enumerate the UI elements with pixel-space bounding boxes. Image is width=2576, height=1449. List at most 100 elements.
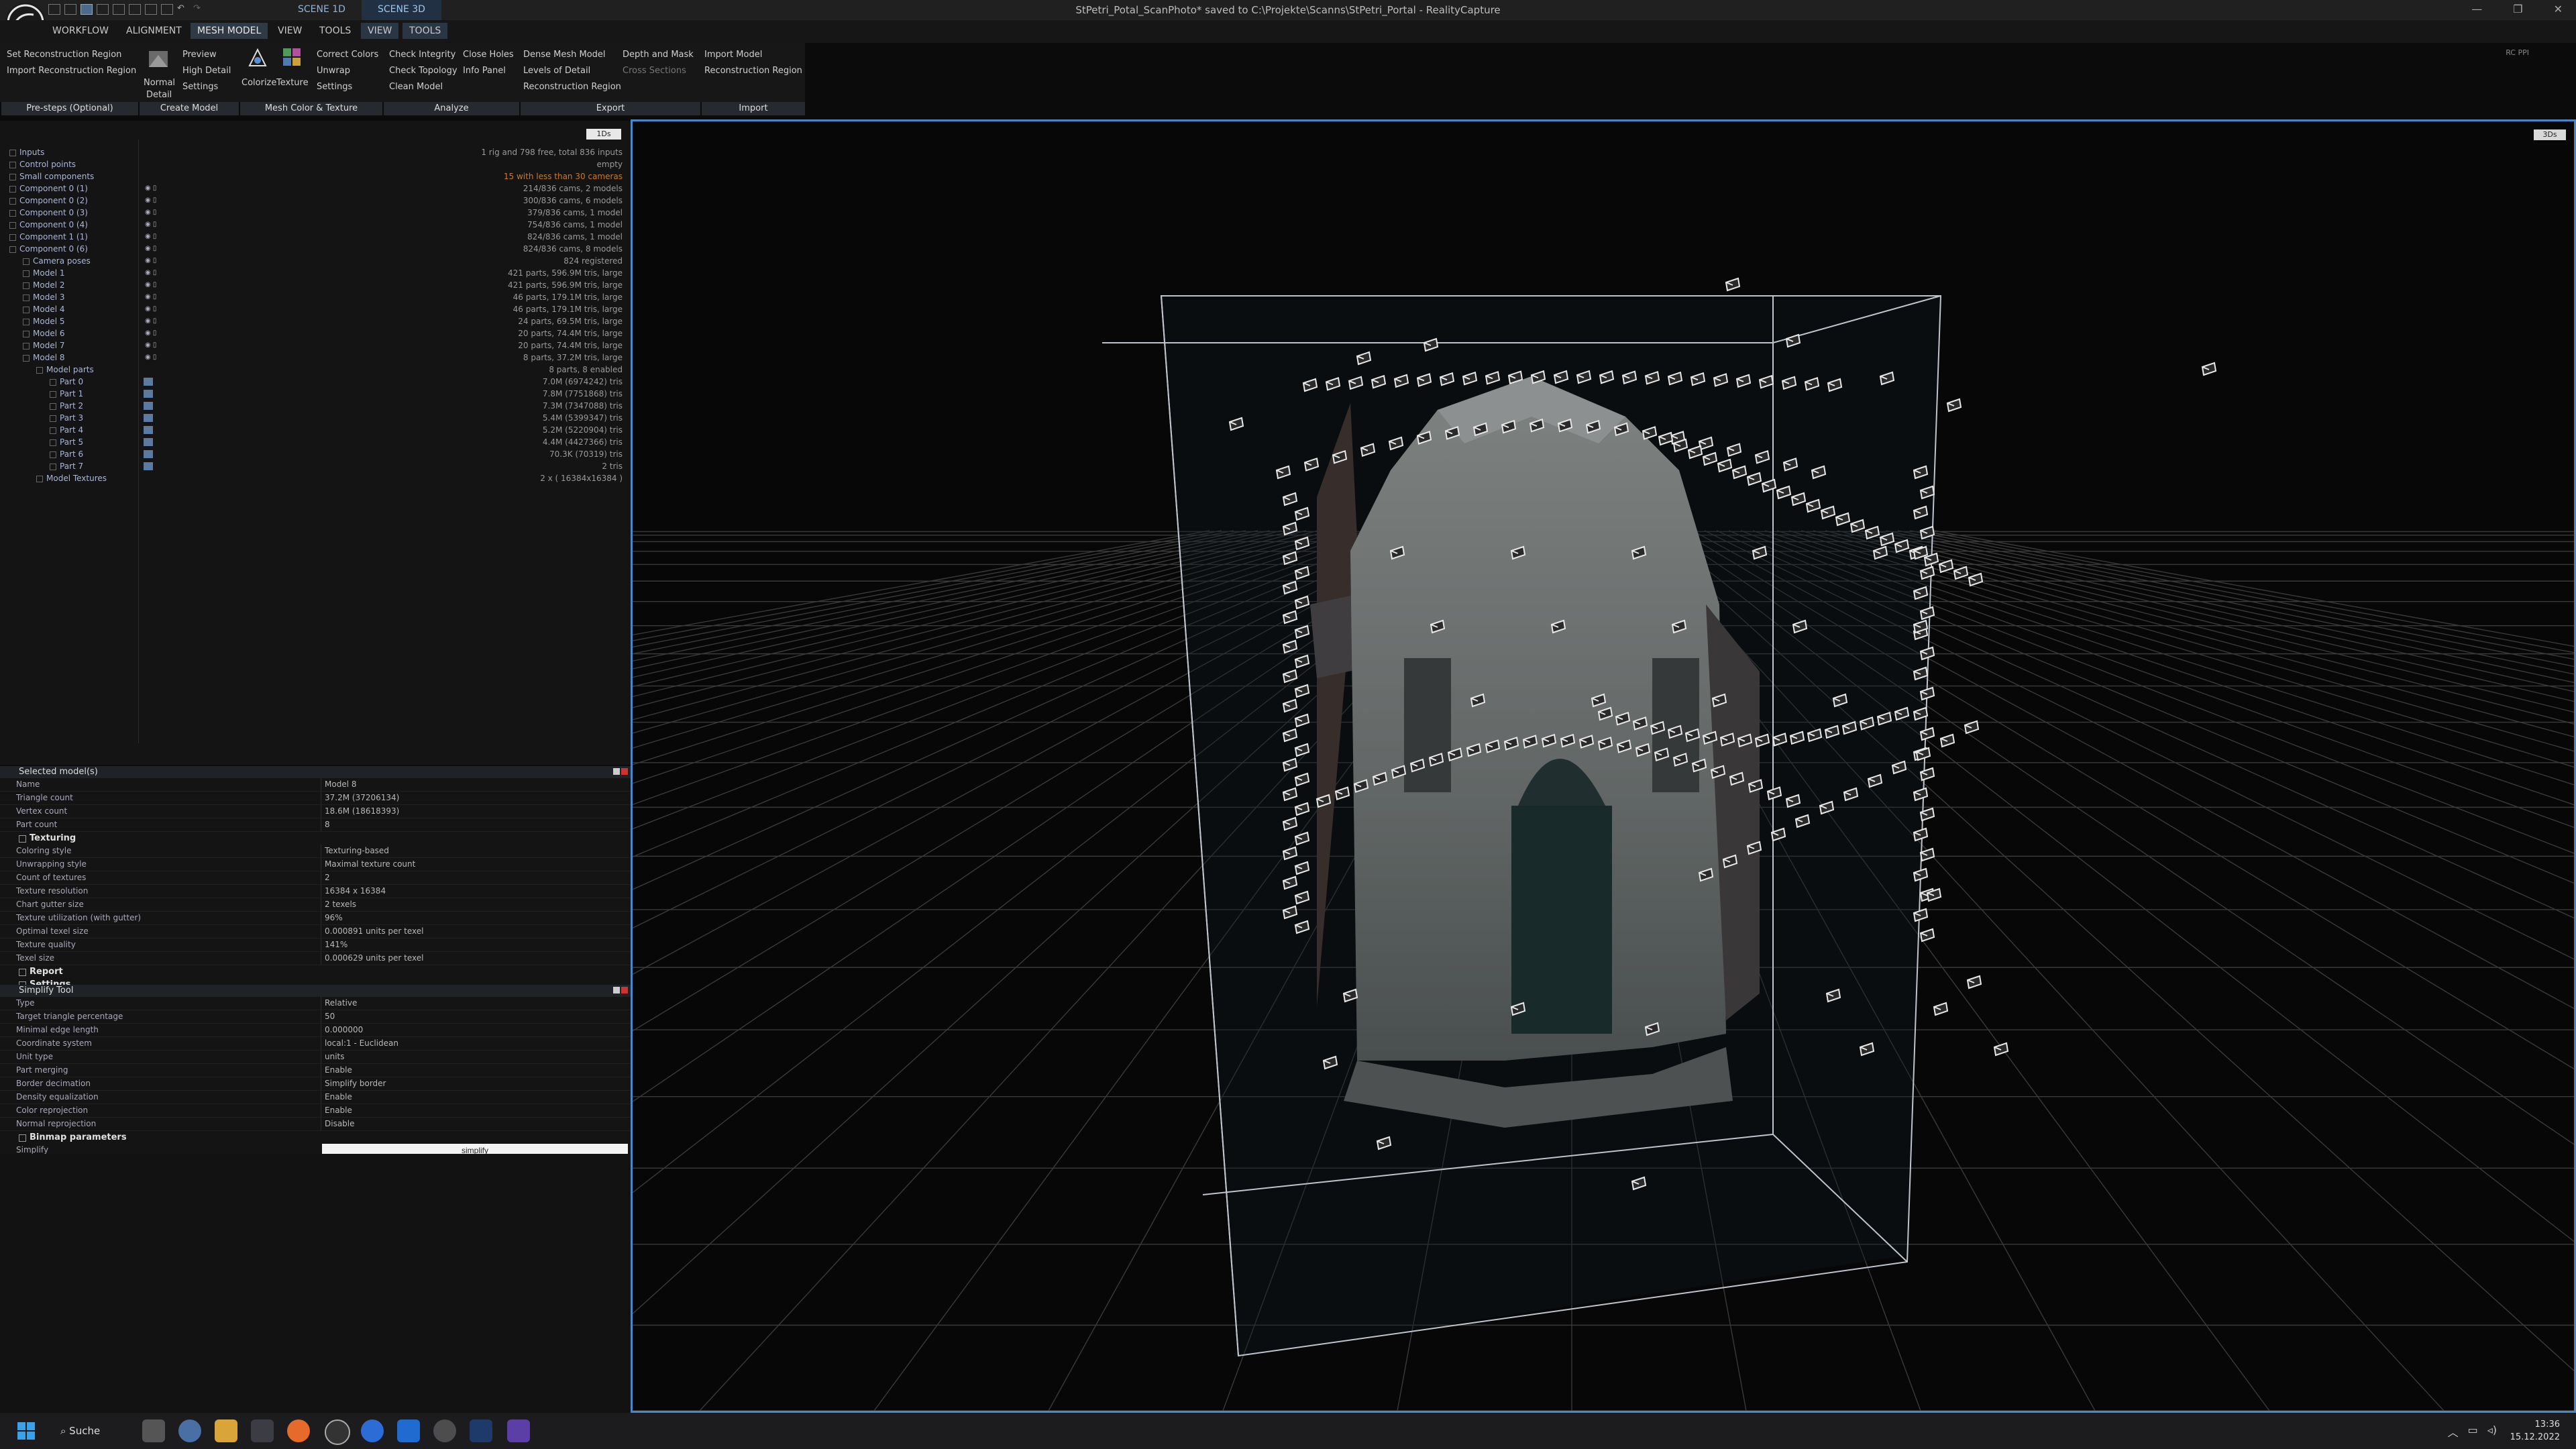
part-toggle-icon[interactable] (144, 414, 153, 422)
task-view-icon[interactable] (142, 1419, 165, 1442)
expand-toggle-icon[interactable] (50, 415, 56, 422)
system-tray[interactable]: ︿ ▭ ◃) (2448, 1424, 2497, 1440)
part-toggle-icon[interactable] (144, 390, 153, 398)
visibility-icon[interactable]: ◉ ▯ (145, 207, 156, 219)
tree-item[interactable]: Part 4 (50, 424, 83, 436)
visibility-icon[interactable]: ◉ ▯ (145, 195, 156, 207)
expand-toggle-icon[interactable] (23, 330, 30, 337)
expand-toggle-icon[interactable] (23, 306, 30, 313)
property-row[interactable]: Normal reprojection Disable (0, 1118, 631, 1131)
reconstruction-region-box[interactable] (1102, 295, 1942, 1357)
camera-frustum[interactable] (2201, 362, 2217, 376)
expand-toggle-icon[interactable] (23, 294, 30, 301)
tab-mesh-model[interactable]: MESH MODEL (191, 23, 268, 39)
visibility-icon[interactable]: ◉ ▯ (145, 231, 156, 243)
import-reconstruction-region-button[interactable]: Import Reconstruction Region (7, 66, 136, 76)
scene-canvas[interactable] (633, 121, 2574, 1411)
settings-app-icon[interactable] (325, 1419, 350, 1445)
3d-viewport[interactable]: 3Ds (631, 119, 2576, 1413)
normal-detail-button[interactable]: Normal (144, 78, 175, 88)
network-icon[interactable]: ▭ (2468, 1424, 2478, 1440)
firefox-icon[interactable] (287, 1419, 310, 1442)
tab-tools[interactable]: TOOLS (319, 25, 351, 36)
part-toggle-icon[interactable] (144, 462, 153, 470)
cross-sections-button[interactable]: Cross Sections (623, 66, 686, 76)
expand-icon[interactable] (19, 969, 26, 976)
property-value[interactable]: local:1 - Euclidean (325, 1037, 398, 1050)
property-row[interactable]: Type Relative (0, 997, 631, 1010)
dense-mesh-model-button[interactable]: Dense Mesh Model (523, 50, 606, 60)
visibility-icon[interactable]: ◉ ▯ (145, 182, 156, 195)
tree-item[interactable]: Component 1 (1) (9, 231, 88, 243)
camera-frustum[interactable] (1968, 572, 1984, 587)
property-row[interactable]: Target triangle percentage 50 (0, 1010, 631, 1024)
binmap-group[interactable]: Binmap parameters (0, 1131, 631, 1144)
visibility-icon[interactable]: ◉ ▯ (145, 255, 156, 267)
part-toggle-icon[interactable] (144, 450, 153, 458)
tree-item[interactable]: Part 2 (50, 400, 83, 412)
file-explorer-icon[interactable] (215, 1419, 237, 1442)
windows-start-icon[interactable] (15, 1419, 38, 1442)
app-icon[interactable] (397, 1419, 420, 1442)
tab-scene-view[interactable]: VIEW (361, 23, 399, 39)
property-row[interactable]: Optimal texel size 0.000891 units per tex… (0, 925, 631, 938)
camera-frustum[interactable] (1938, 559, 1954, 574)
property-row[interactable]: Texture quality 141% (0, 938, 631, 952)
depth-and-mask-button[interactable]: Depth and Mask (623, 50, 694, 60)
visibility-icon[interactable]: ◉ ▯ (145, 219, 156, 231)
expand-toggle-icon[interactable] (50, 402, 56, 410)
export-reconstruction-region-button[interactable]: Reconstruction Region (523, 82, 621, 92)
property-value[interactable]: 96% (325, 912, 343, 924)
property-row[interactable]: Minimal edge length 0.000000 (0, 1024, 631, 1037)
store-icon[interactable] (251, 1419, 274, 1442)
expand-toggle-icon[interactable] (36, 475, 43, 482)
property-row[interactable]: Unwrapping style Maximal texture count (0, 858, 631, 871)
texturing-group[interactable]: Texturing (0, 832, 631, 845)
layout-1ds-button[interactable]: 1Ds (586, 129, 621, 140)
tree-item[interactable]: Control points (9, 158, 76, 170)
tree-item[interactable]: Model 7 (23, 339, 64, 352)
expand-toggle-icon[interactable] (9, 185, 16, 193)
check-topology-button[interactable]: Check Topology (389, 66, 458, 76)
tree-item[interactable]: Model 4 (23, 303, 64, 315)
camera-frustum[interactable] (1725, 277, 1741, 292)
tree-item[interactable]: Component 0 (6) (9, 243, 88, 255)
property-value[interactable]: 50 (325, 1010, 335, 1023)
tree-item[interactable]: Part 7 (50, 460, 83, 472)
pin-icon[interactable] (613, 987, 620, 994)
property-value[interactable]: Enable (325, 1064, 352, 1077)
tree-item[interactable]: Model 3 (23, 291, 64, 303)
close-holes-button[interactable]: Close Holes (463, 50, 514, 60)
visibility-icon[interactable]: ◉ ▯ (145, 291, 156, 303)
tree-item[interactable]: Part 1 (50, 388, 83, 400)
property-value[interactable]: 2 (325, 871, 330, 884)
property-value[interactable]: 0.000000 (325, 1024, 363, 1036)
expand-toggle-icon[interactable] (23, 354, 30, 362)
tree-item[interactable]: Model 5 (23, 315, 64, 327)
property-value[interactable]: Maximal texture count (325, 858, 415, 871)
tree-item[interactable]: Part 6 (50, 448, 83, 460)
create-settings-button[interactable]: Settings (182, 82, 218, 92)
tree-item[interactable]: Model parts (36, 364, 94, 376)
property-row[interactable]: Count of textures 2 (0, 871, 631, 885)
property-value[interactable]: 18.6M (18618393) (325, 805, 399, 818)
tree-item[interactable]: Model 6 (23, 327, 64, 339)
camera-frustum[interactable] (1919, 928, 1935, 943)
expand-toggle-icon[interactable] (9, 233, 16, 241)
color-settings-button[interactable]: Settings (317, 82, 352, 92)
pin-icon[interactable] (613, 768, 620, 775)
tree-item[interactable]: Component 0 (2) (9, 195, 88, 207)
expand-toggle-icon[interactable] (50, 390, 56, 398)
expand-toggle-icon[interactable] (9, 173, 16, 180)
property-value[interactable]: units (325, 1051, 345, 1063)
expand-toggle-icon[interactable] (23, 270, 30, 277)
colorize-button[interactable]: Colorize (241, 78, 276, 88)
tree-item[interactable]: Model 2 (23, 279, 64, 291)
property-row[interactable]: Vertex count 18.6M (18618393) (0, 805, 631, 818)
tab-scene-tools[interactable]: TOOLS (402, 23, 448, 39)
tree-item[interactable]: Part 3 (50, 412, 83, 424)
camera-frustum[interactable] (1946, 398, 1962, 413)
edge-icon[interactable] (361, 1419, 384, 1442)
property-value[interactable]: Relative (325, 997, 357, 1010)
property-row[interactable]: Border decimation Simplify border (0, 1077, 631, 1091)
